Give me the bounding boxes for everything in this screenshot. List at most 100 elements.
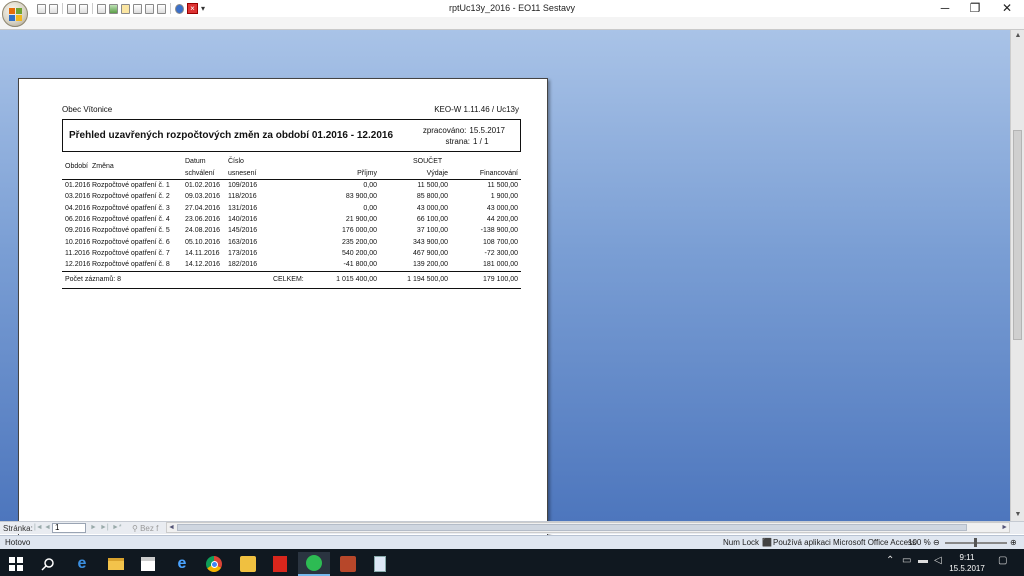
report-meta: zpracováno: 15.5.2017 strana: 1 / 1	[423, 125, 505, 147]
access-status: Používá aplikaci Microsoft Office Access	[773, 538, 917, 547]
cell-datum: 24.08.2016	[185, 227, 221, 235]
cell-prijmy: 21 900,00	[345, 215, 377, 223]
status-bar: Hotovo Num Lock ⬛ Používá aplikaci Micro…	[0, 535, 1024, 549]
cell-prijmy: 540 200,00	[341, 249, 377, 257]
header-soucet: SOUČET	[413, 158, 443, 165]
cell-cislo: 118/2016	[228, 193, 257, 201]
office-logo-icon	[9, 8, 22, 21]
zoom-level[interactable]: 100 %	[908, 538, 931, 547]
next-page-icon[interactable]: ►	[90, 524, 97, 531]
vertical-scroll-thumb[interactable]	[1013, 130, 1022, 340]
first-page-icon[interactable]: |◄	[34, 524, 43, 531]
page-nav-label: Stránka:	[3, 524, 33, 533]
clock-date: 15.5.2017	[949, 564, 985, 573]
file-explorer-icon[interactable]	[100, 552, 132, 576]
office-button[interactable]	[2, 1, 28, 27]
cell-zmena: Rozpočtové opatření č. 8	[92, 261, 170, 269]
minimize-button[interactable]: ─	[930, 0, 960, 17]
cell-vydaje: 66 100,00	[416, 215, 448, 223]
ribbon-strip	[0, 17, 1024, 30]
cell-prijmy: -41 800,00	[343, 261, 377, 269]
organization-name: Obec Vítonice	[62, 105, 113, 114]
report-version: KEO-W 1.11.46 / Uc13y	[434, 105, 519, 114]
cell-datum: 14.12.2016	[185, 261, 221, 269]
phone-app-icon[interactable]	[298, 552, 330, 576]
table-row: 06.2016 Rozpočtové opatření č. 4 23.06.201…	[62, 216, 521, 227]
cell-financovani: -72 300,00	[484, 249, 518, 257]
cell-zmena: Rozpočtové opatření č. 6	[92, 238, 170, 246]
prev-page-icon[interactable]: ◄	[44, 524, 51, 531]
vertical-scrollbar[interactable]: ▲ ▼	[1010, 30, 1024, 521]
cell-datum: 27.04.2016	[185, 204, 221, 212]
cell-vydaje: 43 000,00	[416, 204, 448, 212]
cell-datum: 05.10.2016	[185, 238, 221, 246]
scroll-down-icon[interactable]: ▼	[1011, 509, 1024, 521]
clock-time: 9:11	[959, 553, 975, 562]
numlock-indicator: Num Lock	[723, 538, 760, 547]
zoom-slider-knob[interactable]	[974, 538, 977, 547]
filter-icon: ⚲	[132, 524, 141, 533]
new-page-icon[interactable]: ►*	[112, 524, 122, 531]
cell-vydaje: 37 100,00	[416, 227, 448, 235]
cell-financovani: 181 000,00	[482, 261, 518, 269]
header-usneseni: usnesení	[228, 170, 257, 177]
cell-cislo: 145/2016	[228, 227, 258, 235]
zoom-out-icon[interactable]: ⊖	[933, 538, 940, 547]
acrobat-icon[interactable]	[264, 552, 296, 576]
access-icon: ⬛	[762, 538, 772, 547]
access-app-icon[interactable]	[332, 552, 364, 576]
table-row: 09.2016 Rozpočtové opatření č. 5 24.08.201…	[62, 227, 521, 238]
cell-vydaje: 11 500,00	[417, 182, 448, 189]
cell-vydaje: 85 800,00	[416, 193, 448, 201]
total-label: CELKEM:	[273, 276, 304, 283]
battery-icon[interactable]: ▬	[918, 555, 928, 566]
close-button[interactable]: ✕	[992, 0, 1022, 17]
cell-obdobi: 11.2016	[65, 249, 90, 257]
header-obdobi: Období	[65, 163, 88, 170]
notifications-icon[interactable]: ▢	[998, 555, 1007, 566]
cell-zmena: Rozpočtové opatření č. 4	[92, 215, 170, 223]
cell-financovani: 44 200,00	[486, 215, 518, 223]
horizontal-scroll-thumb[interactable]	[177, 524, 967, 531]
cell-financovani: 11 500,00	[487, 182, 518, 189]
tray-expand-icon[interactable]: ⌃	[886, 555, 894, 566]
cell-datum: 01.02.2016	[185, 182, 221, 189]
network-icon[interactable]: ▭	[902, 555, 911, 566]
cell-cislo: 163/2016	[228, 238, 258, 246]
internet-explorer-icon[interactable]: e	[166, 552, 198, 576]
zoom-in-icon[interactable]: ⊕	[1010, 538, 1017, 547]
cell-obdobi: 06.2016	[65, 215, 91, 223]
cell-cislo: 131/2016	[228, 204, 258, 212]
processed-value: 15.5.2017	[469, 126, 505, 135]
windows-start-icon[interactable]	[0, 552, 32, 576]
cell-financovani: -138 900,00	[480, 227, 518, 235]
window-title: rptUc13y_2016 - EO11 Sestavy	[449, 3, 575, 13]
keo-app-icon[interactable]	[232, 552, 264, 576]
scroll-right-icon[interactable]: ►	[1001, 523, 1008, 532]
filter-indicator[interactable]: ⚲ Bez f	[132, 524, 158, 533]
maximize-button[interactable]: ❐	[960, 0, 990, 17]
scroll-left-icon[interactable]: ◄	[168, 523, 175, 532]
report-title: Přehled uzavřených rozpočtových změn za …	[69, 130, 394, 141]
header-cislo: Číslo	[228, 158, 244, 165]
page-number-input[interactable]: 1	[52, 523, 86, 533]
document-icon[interactable]	[364, 552, 396, 576]
total-financovani: 179 100,00	[482, 276, 518, 283]
scroll-up-icon[interactable]: ▲	[1011, 30, 1024, 42]
cell-obdobi: 04.2016	[65, 204, 91, 212]
clock[interactable]: 9:11 15.5.2017	[946, 552, 988, 574]
store-icon[interactable]	[132, 552, 164, 576]
cell-obdobi: 01.2016	[65, 182, 91, 189]
cell-vydaje: 343 900,00	[412, 238, 448, 246]
edge-icon[interactable]: e	[66, 552, 98, 576]
horizontal-scrollbar[interactable]: ◄ ►	[166, 522, 1010, 533]
search-icon[interactable]	[32, 552, 64, 576]
last-page-icon[interactable]: ►|	[100, 524, 109, 531]
cell-datum: 14.11.2016	[185, 249, 220, 257]
footer-rule	[62, 288, 521, 289]
table-row: 11.2016 Rozpočtové opatření č. 7 14.11.201…	[62, 250, 521, 261]
volume-icon[interactable]: ◁	[934, 555, 942, 566]
processed-label: zpracováno:	[422, 126, 467, 135]
chrome-icon[interactable]	[198, 552, 230, 576]
header-datum: Datum	[185, 158, 206, 165]
